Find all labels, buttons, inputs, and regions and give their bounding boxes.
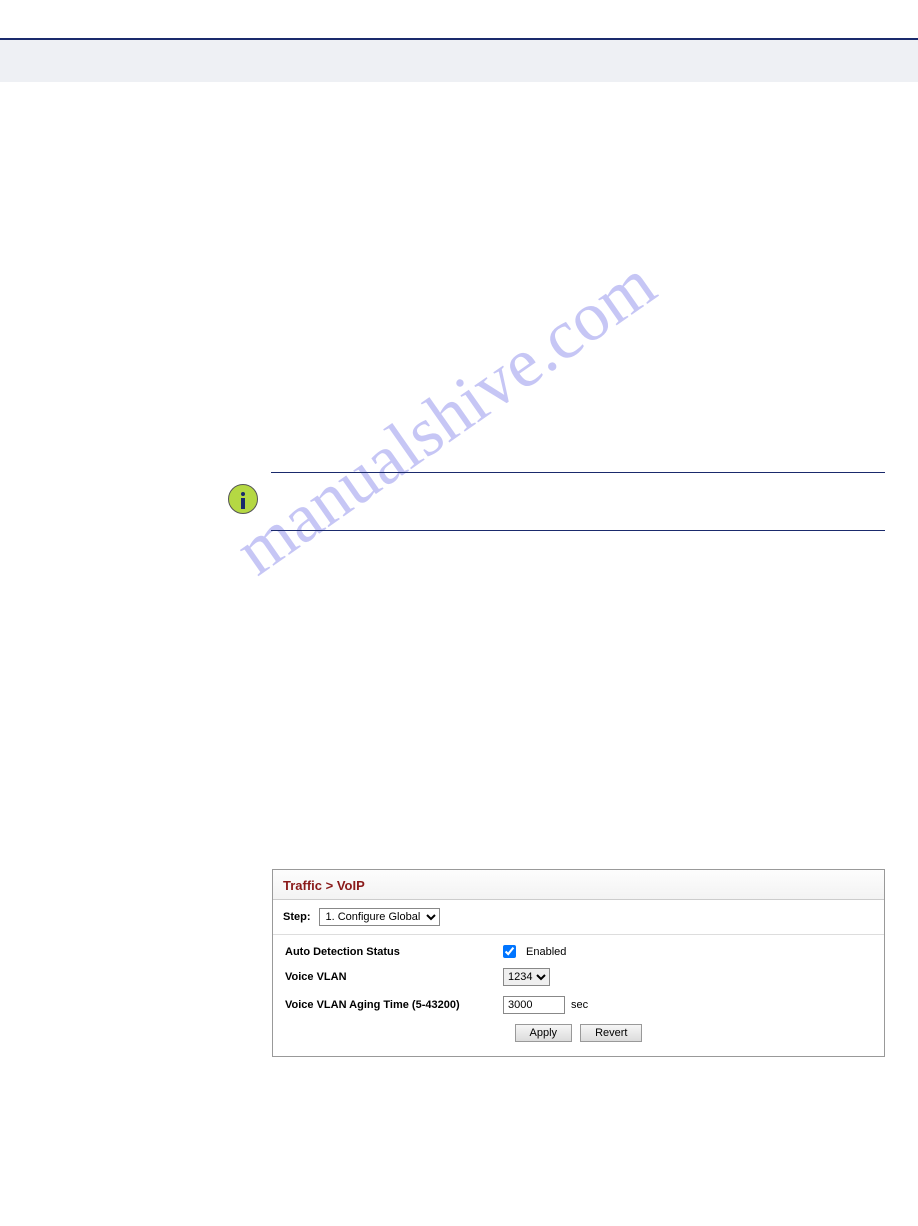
info-icon xyxy=(228,484,258,514)
auto-detect-checkbox[interactable] xyxy=(503,945,516,958)
voice-vlan-label: Voice VLAN xyxy=(285,971,503,983)
step-select[interactable]: 1. Configure Global xyxy=(319,908,440,926)
voice-vlan-select[interactable]: 1234 xyxy=(503,968,550,986)
voip-config-panel: Traffic > VoIP Step: 1. Configure Global… xyxy=(272,869,885,1057)
watermark: manualshive.com xyxy=(222,244,671,592)
aging-time-label: Voice VLAN Aging Time (5-43200) xyxy=(285,999,503,1011)
auto-detect-text: Enabled xyxy=(526,946,566,958)
revert-button[interactable]: Revert xyxy=(580,1024,642,1042)
panel-title: Traffic > VoIP xyxy=(273,870,884,900)
aging-time-unit: sec xyxy=(571,999,588,1011)
note-divider-top xyxy=(271,472,885,473)
auto-detect-row: Auto Detection Status Enabled xyxy=(285,945,872,958)
step-row: Step: 1. Configure Global xyxy=(273,900,884,935)
header-band xyxy=(0,40,918,82)
aging-time-row: Voice VLAN Aging Time (5-43200) sec xyxy=(285,996,872,1014)
apply-button[interactable]: Apply xyxy=(515,1024,573,1042)
step-label: Step: xyxy=(283,911,311,923)
aging-time-input[interactable] xyxy=(503,996,565,1014)
note-divider-bottom xyxy=(271,530,885,531)
panel-body: Auto Detection Status Enabled Voice VLAN… xyxy=(273,935,884,1056)
button-row: Apply Revert xyxy=(285,1024,872,1042)
auto-detect-label: Auto Detection Status xyxy=(285,946,503,958)
voice-vlan-row: Voice VLAN 1234 xyxy=(285,968,872,986)
